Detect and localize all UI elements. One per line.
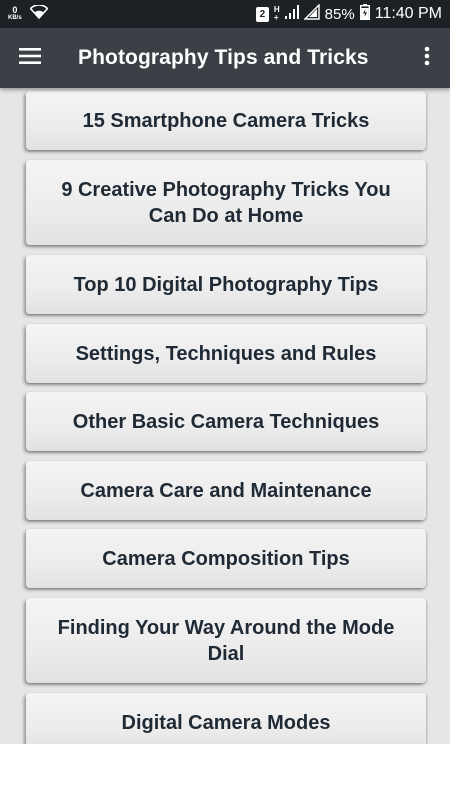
hamburger-menu-icon: [19, 47, 41, 69]
status-bar: 0 KB/s 2 H + 85% 11:40 PM: [0, 0, 450, 28]
list-item[interactable]: Top 10 Digital Photography Tips: [26, 255, 426, 314]
network-type-indicator: H +: [274, 6, 280, 22]
list-item[interactable]: 15 Smartphone Camera Tricks: [26, 91, 426, 150]
list-item-label: Finding Your Way Around the Mode Dial: [57, 616, 395, 665]
network-speed-value: 0: [12, 5, 18, 15]
list-item-label: Camera Composition Tips: [102, 547, 350, 570]
list-item[interactable]: Settings, Techniques and Rules: [26, 324, 426, 383]
signal-bars-icon: [284, 5, 299, 23]
list-item-label: 15 Smartphone Camera Tricks: [82, 109, 370, 132]
overflow-menu-button[interactable]: [404, 28, 450, 88]
list-item-label: Other Basic Camera Techniques: [72, 410, 380, 433]
list-item[interactable]: Other Basic Camera Techniques: [26, 392, 426, 451]
status-left-icons: 0 KB/s: [8, 4, 49, 23]
list-item[interactable]: 9 Creative Photography Tricks You Can Do…: [26, 160, 426, 245]
status-right-icons: 2 H + 85% 11:40 PM: [255, 3, 442, 24]
list-item-label: 9 Creative Photography Tricks You Can Do…: [61, 178, 391, 227]
signal-strength-icon: [302, 3, 320, 24]
wifi-icon: [29, 4, 49, 23]
list-item-label: Top 10 Digital Photography Tips: [73, 273, 379, 296]
list-item[interactable]: Finding Your Way Around the Mode Dial: [26, 598, 426, 683]
page-title: Photography Tips and Tricks: [78, 46, 369, 69]
list-item[interactable]: Camera Care and Maintenance: [26, 461, 426, 520]
sim-slot-badge: 2: [255, 6, 269, 22]
navigation-menu-button[interactable]: [0, 28, 60, 88]
list-item-label: Digital Camera Modes: [121, 711, 331, 734]
more-vertical-icon: [424, 46, 430, 71]
network-speed-unit: KB/s: [8, 15, 22, 21]
list-item[interactable]: Digital Camera Modes: [26, 693, 426, 744]
list-item-label: Settings, Techniques and Rules: [75, 342, 377, 365]
list-item-label: Camera Care and Maintenance: [80, 479, 372, 502]
network-speed-indicator: 0 KB/s: [8, 6, 22, 22]
app-bar: Photography Tips and Tricks: [0, 28, 450, 88]
list-item[interactable]: Camera Composition Tips: [26, 529, 426, 588]
battery-percent: 85%: [324, 5, 355, 23]
status-clock: 11:40 PM: [374, 5, 442, 22]
battery-charging-icon: [359, 4, 370, 24]
bottom-blank-area: [0, 744, 450, 800]
topic-list[interactable]: 15 Smartphone Camera Tricks 9 Creative P…: [0, 88, 450, 744]
network-type-bottom: +: [273, 13, 279, 22]
